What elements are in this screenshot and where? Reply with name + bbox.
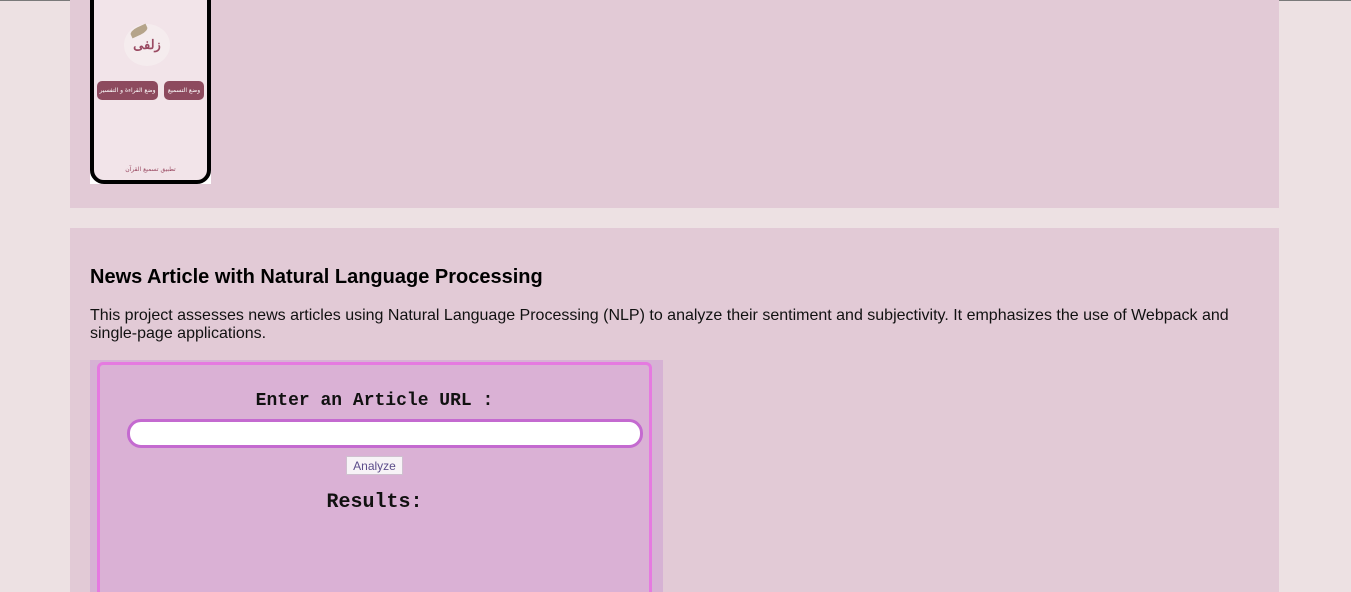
leaf-icon	[129, 23, 149, 39]
recitation-mode-button: وضع التسميع	[164, 81, 204, 100]
app-form-panel: Enter an Article URL : Analyze Results:	[97, 362, 652, 592]
results-heading: Results:	[326, 491, 423, 514]
project-screenshot-nlp-app: Enter an Article URL : Analyze Results:	[90, 360, 663, 592]
project-title: News Article with Natural Language Proce…	[90, 266, 543, 288]
analyze-button[interactable]: Analyze	[346, 456, 403, 475]
reading-mode-button: وضع القراءة و التفسير	[97, 81, 158, 100]
phone-footer-text: تطبيق تسميع القرآن	[125, 166, 176, 173]
app-logo-text: زلفى	[133, 37, 161, 53]
app-logo: زلفى	[124, 23, 170, 66]
phone-frame: زلفى وضع القراءة و التفسير وضع التسميع ت…	[90, 0, 211, 184]
project-card-nlp: News Article with Natural Language Proce…	[70, 228, 1279, 592]
project-description: This project assesses news articles usin…	[90, 307, 1229, 342]
project-screenshot-phone: زلفى وضع القراءة و التفسير وضع التسميع ت…	[90, 0, 211, 184]
url-label: Enter an Article URL :	[255, 391, 494, 411]
project-card-quran-app: زلفى وضع القراءة و التفسير وضع التسميع ت…	[70, 0, 1279, 208]
article-url-input[interactable]	[127, 419, 643, 448]
